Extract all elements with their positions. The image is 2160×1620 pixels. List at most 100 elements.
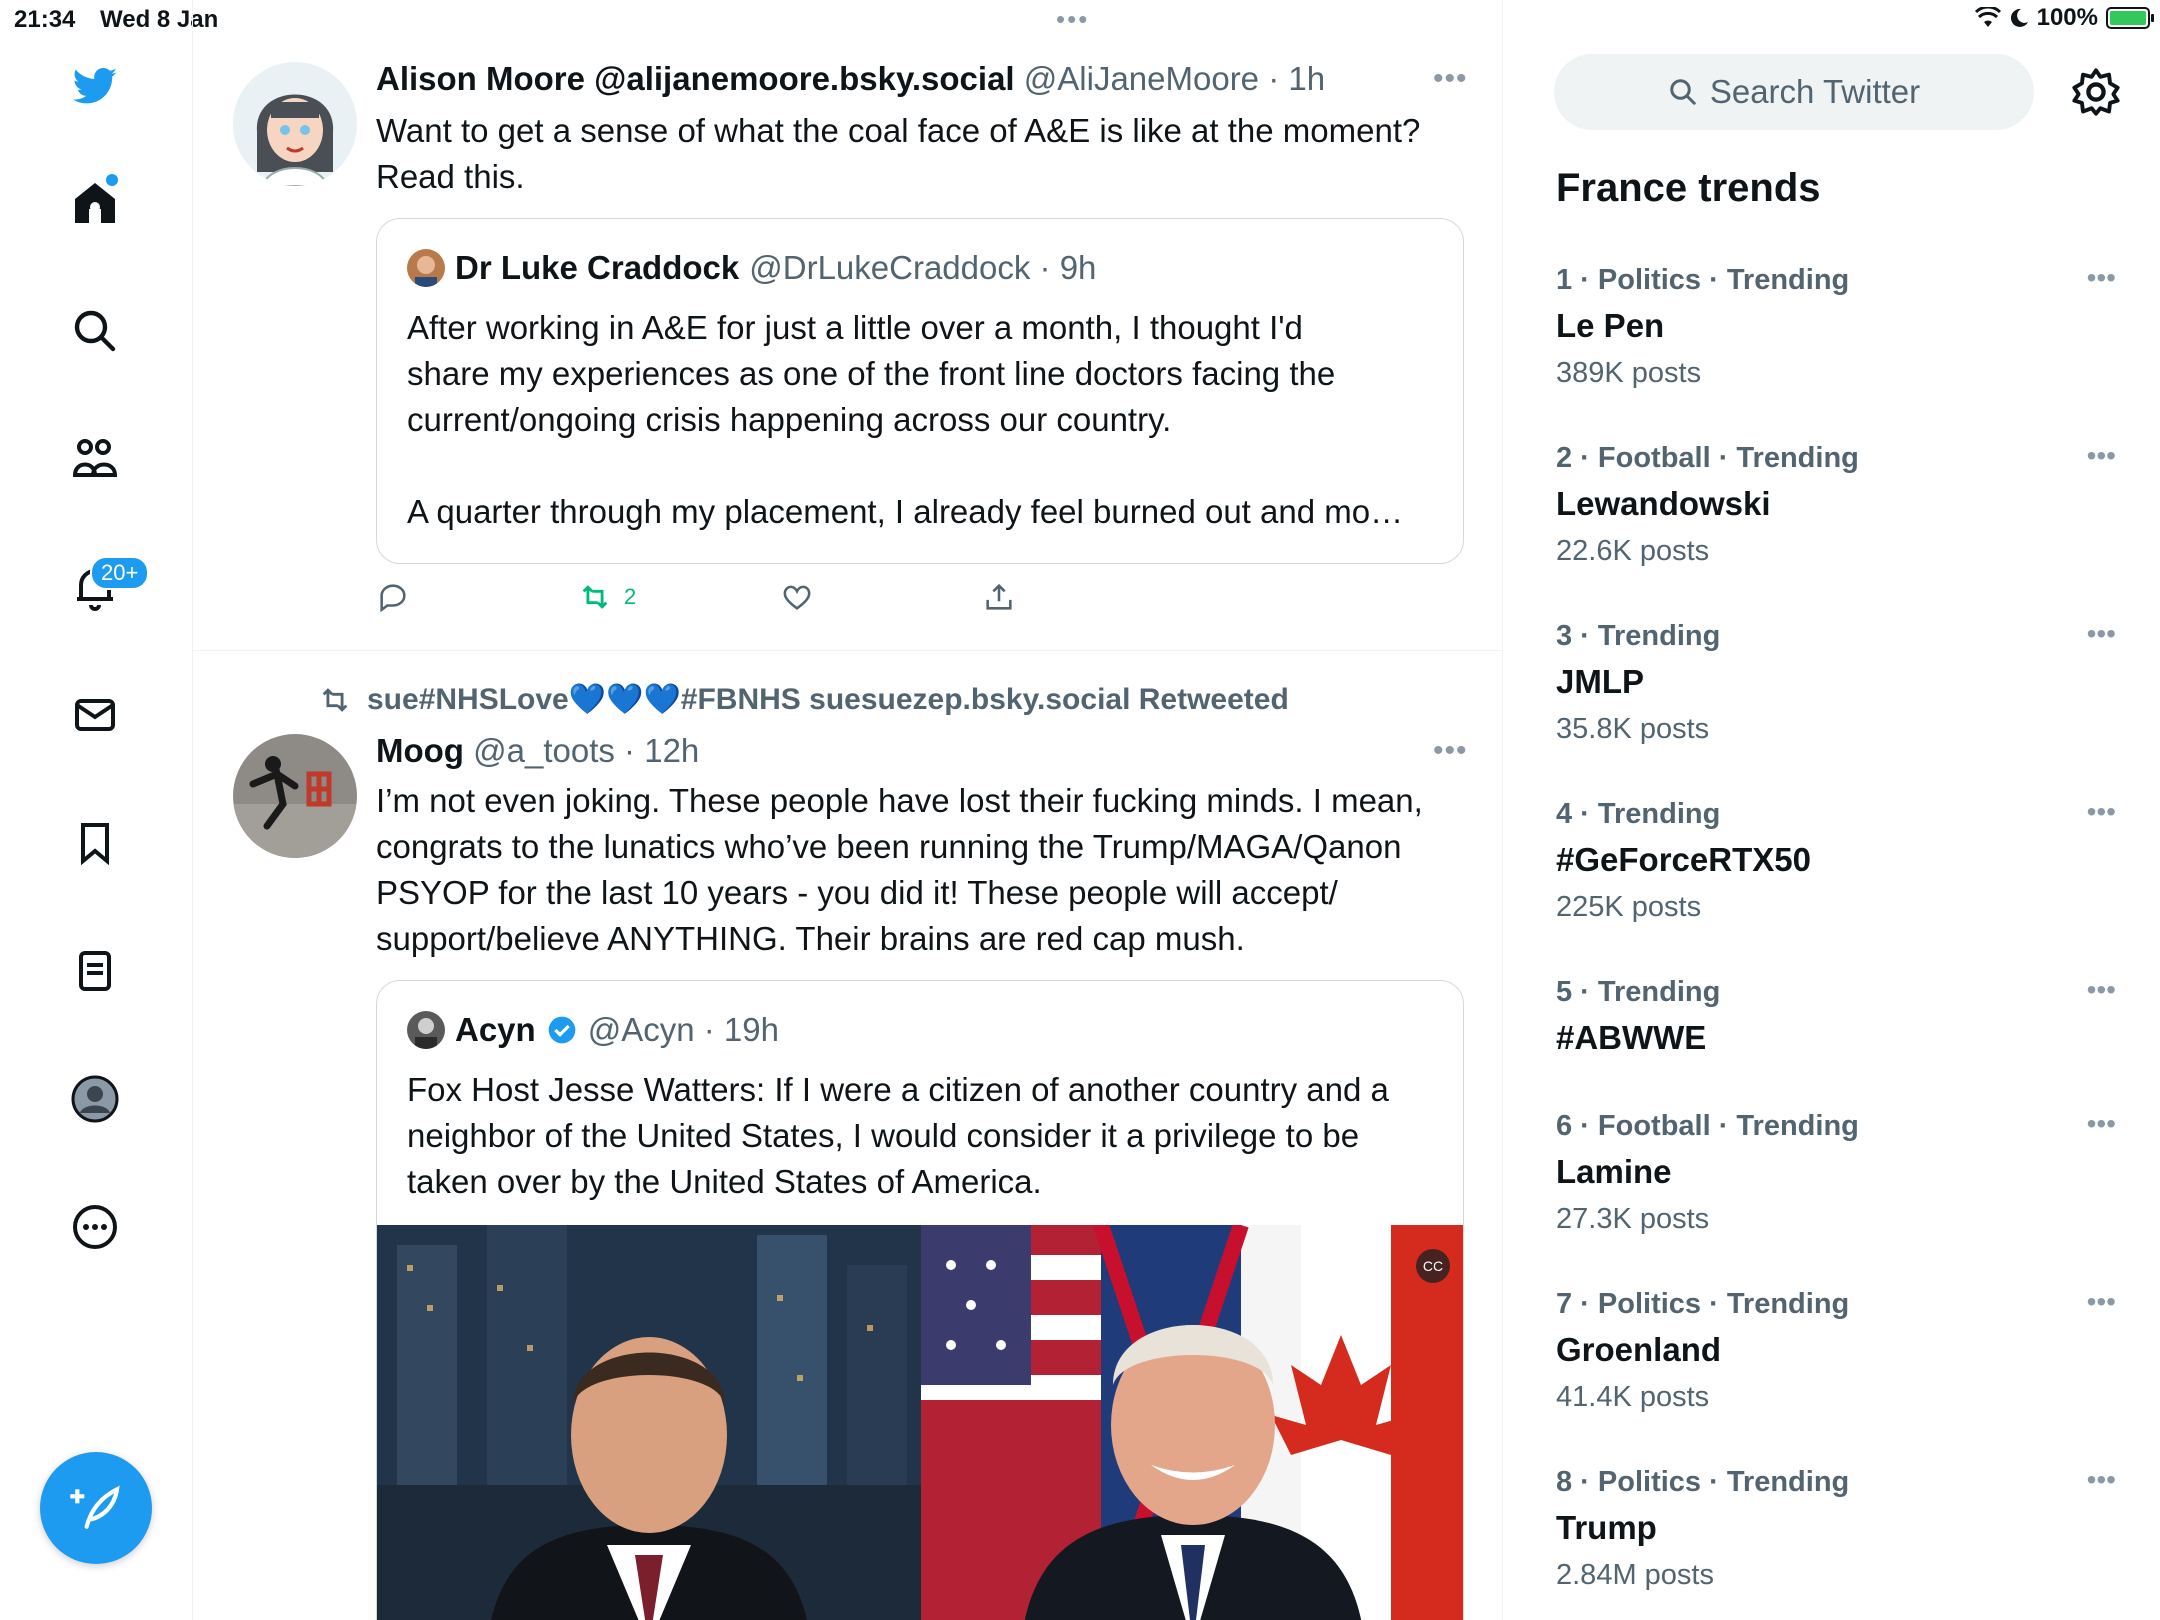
quoted-author-name: Acyn	[455, 1011, 536, 1048]
trend-item[interactable]: 5 · Trending #ABWWE •••	[1556, 974, 2116, 1096]
heart-icon	[783, 585, 811, 610]
trend-more-icon[interactable]: •••	[2087, 1286, 2116, 1318]
author-handle-time[interactable]: @AliJaneMoore · 1h	[1024, 60, 1325, 97]
video-right-panel: CC	[921, 1225, 1463, 1620]
quoted-author-handle-time: @Acyn · 19h	[587, 1011, 779, 1048]
trend-item[interactable]: 8 · Politics · Trending Trump 2.84M post…	[1556, 1464, 2116, 1620]
trend-item[interactable]: 2 · Football · Trending Lewandowski 22.6…	[1556, 440, 2116, 602]
trend-item[interactable]: 4 · Trending #GeForceRTX50 225K posts ••…	[1556, 796, 2116, 958]
retweet-icon	[582, 585, 608, 609]
quoted-tweet-header: Acyn @Acyn · 19h	[407, 1011, 779, 1049]
retweet-context-icon	[322, 687, 348, 712]
trend-more-icon[interactable]: •••	[2087, 1464, 2116, 1496]
trend-count: 27.3K posts	[1556, 1203, 1710, 1235]
retweeted-by-text[interactable]: sue#NHSLove💙💙💙#FBNHS suesuezep.bsky.soci…	[367, 682, 1289, 717]
video-left-panel	[377, 1225, 921, 1620]
share-button[interactable]	[982, 580, 1016, 614]
author-name[interactable]: Moog	[376, 732, 464, 769]
trend-topic: #ABWWE	[1556, 1019, 1707, 1056]
trend-topic: Lewandowski	[1556, 485, 1771, 522]
tweet-actions: 2	[376, 580, 1076, 620]
search-icon[interactable]	[60, 296, 130, 366]
tweet-more-icon[interactable]: •••	[1433, 62, 1468, 96]
bookmarks-icon[interactable]	[60, 808, 130, 878]
right-sidebar: Search Twitter France trends 1 · Politic…	[1504, 0, 2160, 1620]
quoted-tweet[interactable]: Dr Luke Craddock @DrLukeCraddock · 9h Af…	[376, 218, 1464, 564]
messages-envelope-icon[interactable]	[60, 680, 130, 750]
quoted-author-handle-time: @DrLukeCraddock · 9h	[749, 249, 1097, 286]
home-icon[interactable]	[60, 168, 130, 238]
author-handle-time[interactable]: @a_toots · 12h	[473, 732, 699, 769]
more-circle-icon[interactable]	[60, 1192, 130, 1262]
trend-topic: JMLP	[1556, 663, 1645, 700]
quoted-author-name: Dr Luke Craddock	[455, 249, 740, 286]
reply-button[interactable]	[376, 580, 410, 614]
tweet-text: I’m not even joking. These people have l…	[376, 782, 1423, 957]
compose-tweet-button[interactable]	[40, 1452, 152, 1564]
search-input[interactable]: Search Twitter	[1554, 54, 2034, 130]
trend-context: 6 · Football · Trending	[1556, 1110, 1859, 1142]
trend-topic: Trump	[1556, 1509, 1657, 1546]
video-media[interactable]: CC	[377, 1225, 1463, 1620]
trend-item[interactable]: 6 · Football · Trending Lamine 27.3K pos…	[1556, 1108, 2116, 1270]
trend-count: 41.4K posts	[1556, 1381, 1710, 1413]
trend-count: 22.6K posts	[1556, 535, 1710, 567]
trend-more-icon[interactable]: •••	[2087, 1108, 2116, 1140]
trend-item[interactable]: 7 · Politics · Trending Groenland 41.4K …	[1556, 1286, 2116, 1448]
twitter-logo-icon[interactable]	[60, 52, 130, 122]
trend-topic: Groenland	[1556, 1331, 1722, 1368]
trend-topic: Lamine	[1556, 1153, 1672, 1190]
trend-count: 225K posts	[1556, 891, 1702, 923]
retweet-context: sue#NHSLove💙💙💙#FBNHS suesuezep.bsky.soci…	[315, 682, 1289, 717]
lists-icon[interactable]	[60, 936, 130, 1006]
like-button[interactable]	[780, 580, 814, 614]
trend-more-icon[interactable]: •••	[2087, 974, 2116, 1006]
trend-item[interactable]: 1 · Politics · Trending Le Pen 389K post…	[1556, 262, 2116, 424]
communities-icon[interactable]	[60, 424, 130, 494]
tweet-divider	[193, 650, 1502, 651]
profile-avatar-icon[interactable]	[60, 1064, 130, 1134]
trend-context: 5 · Trending	[1556, 976, 1721, 1008]
tweet-more-icon[interactable]: •••	[1433, 734, 1468, 768]
trend-item[interactable]: 3 · Trending JMLP 35.8K posts •••	[1556, 618, 2116, 780]
avatar[interactable]	[233, 734, 357, 858]
trend-more-icon[interactable]: •••	[2087, 262, 2116, 294]
avatar[interactable]	[233, 62, 357, 186]
quoted-tweet-header: Dr Luke Craddock @DrLukeCraddock · 9h	[407, 249, 1096, 287]
home-unread-dot	[106, 174, 118, 186]
author-name[interactable]: Alison Moore @alijanemoore.bsky.social	[376, 60, 1015, 97]
left-nav: 20+	[0, 0, 193, 1620]
trend-context: 3 · Trending	[1556, 620, 1721, 652]
trends-title: France trends	[1556, 166, 1821, 210]
settings-gear-icon[interactable]	[2070, 66, 2122, 118]
trend-count: 2.84M posts	[1556, 1559, 1714, 1591]
verified-badge-icon	[548, 1016, 576, 1044]
trend-more-icon[interactable]: •••	[2087, 440, 2116, 472]
share-icon	[986, 583, 1012, 610]
quoted-avatar	[407, 249, 445, 287]
timeline: Alison Moore @alijanemoore.bsky.social @…	[193, 0, 1503, 1620]
tweet-header: Alison Moore @alijanemoore.bsky.social @…	[376, 60, 1325, 98]
quoted-avatar	[407, 1011, 445, 1049]
search-icon	[1670, 79, 1696, 105]
tweet-header: Moog @a_toots · 12h	[376, 732, 699, 770]
quoted-tweet[interactable]: Acyn @Acyn · 19h Fox Host Jesse Watters:…	[376, 980, 1464, 1620]
trend-more-icon[interactable]: •••	[2087, 796, 2116, 828]
trend-count: 389K posts	[1556, 357, 1702, 389]
tweet-text: Want to get a sense of what the coal fac…	[376, 112, 1421, 195]
trend-context: 4 · Trending	[1556, 798, 1721, 830]
reply-icon	[380, 584, 406, 613]
trend-topic: Le Pen	[1556, 307, 1665, 344]
retweet-count: 2	[624, 584, 637, 609]
trend-context: 8 · Politics · Trending	[1556, 1466, 1850, 1498]
retweet-button[interactable]: 2	[578, 580, 636, 614]
svg-text:CC: CC	[1423, 1258, 1443, 1274]
compose-feather-icon	[70, 1485, 120, 1529]
trend-more-icon[interactable]: •••	[2087, 618, 2116, 650]
notifications-badge: 20+	[90, 556, 150, 590]
search-placeholder: Search Twitter	[1709, 73, 1921, 110]
quoted-tweet-text: Fox Host Jesse Watters: If I were a citi…	[407, 1071, 1389, 1200]
trend-context: 2 · Football · Trending	[1556, 442, 1859, 474]
trend-count: 35.8K posts	[1556, 713, 1710, 745]
trend-context: 1 · Politics · Trending	[1556, 264, 1850, 296]
